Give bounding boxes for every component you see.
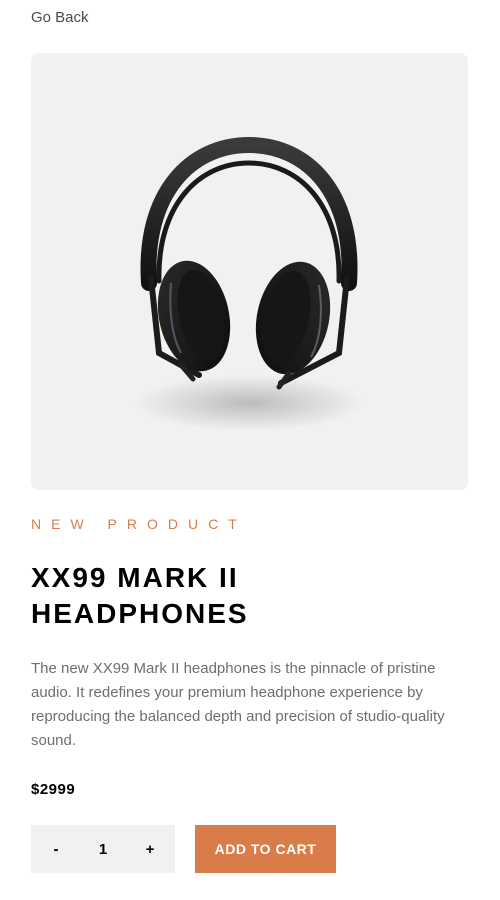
new-product-overline: NEW PRODUCT [31, 516, 247, 532]
product-image-panel [31, 53, 468, 490]
product-title-line-2: HEADPHONES [31, 598, 249, 629]
increment-button[interactable]: + [141, 841, 159, 858]
quantity-value: 1 [98, 840, 108, 858]
product-description: The new XX99 Mark II headphones is the p… [31, 660, 445, 749]
product-detail-page: Go Back NEW PRODUCT XX99 MARK II HEADPHO… [0, 0, 500, 900]
headphones-image [134, 136, 364, 431]
product-title: XX99 MARK II HEADPHONES [31, 560, 451, 632]
add-to-cart-button[interactable]: ADD TO CART [195, 825, 336, 873]
product-price: $2999 [31, 781, 76, 798]
product-title-line-1: XX99 MARK II [31, 562, 239, 593]
decrement-button[interactable]: - [47, 841, 65, 858]
go-back-link[interactable]: Go Back [31, 8, 89, 28]
quantity-stepper: - 1 + [31, 825, 175, 873]
